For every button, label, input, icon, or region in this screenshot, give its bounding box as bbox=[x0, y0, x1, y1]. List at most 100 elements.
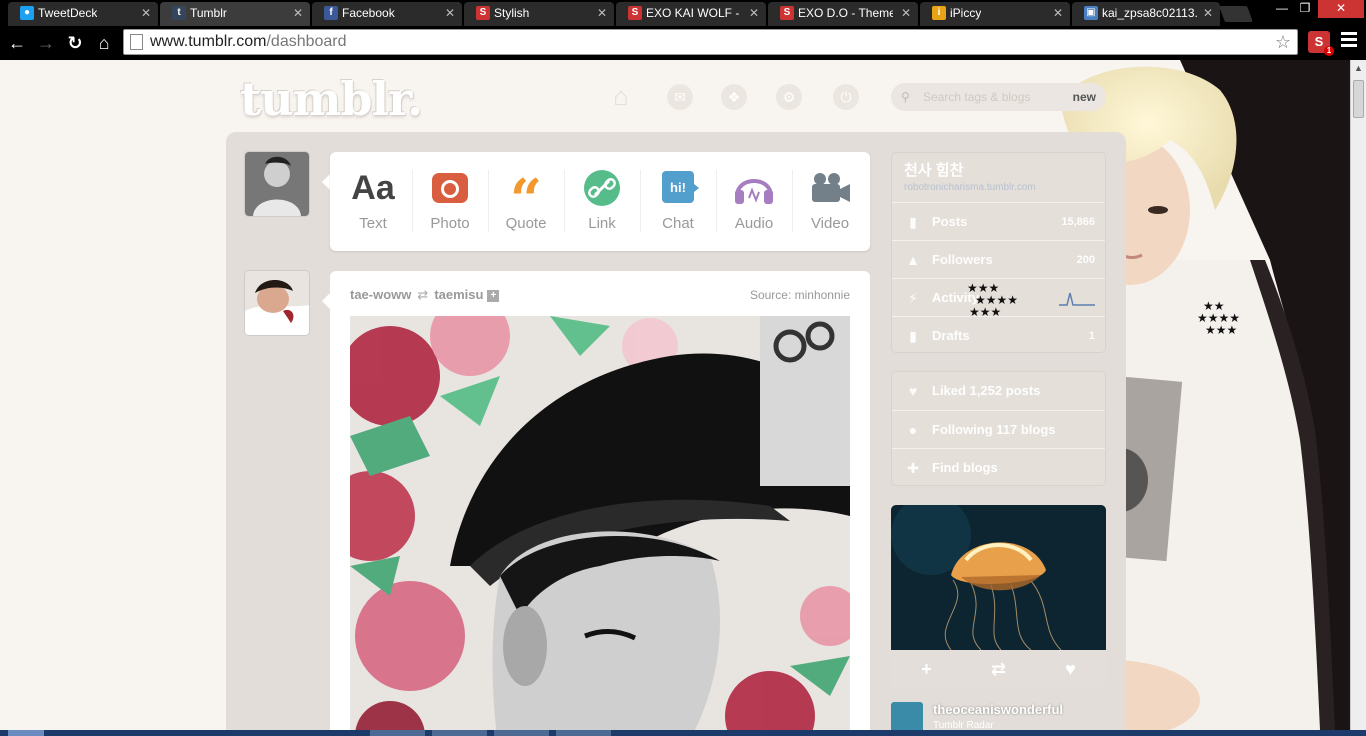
close-tab-icon[interactable]: ✕ bbox=[141, 2, 151, 24]
sidebar-item-posts[interactable]: ▮ Posts 15,866 bbox=[892, 202, 1105, 240]
tab-stylish[interactable]: S Stylish ✕ bbox=[464, 2, 614, 26]
close-window-icon[interactable]: ✕ bbox=[1318, 0, 1364, 18]
ipiccy-icon: i bbox=[932, 6, 946, 20]
post-type-video[interactable]: Video bbox=[792, 152, 868, 251]
close-tab-icon[interactable]: ✕ bbox=[901, 2, 911, 24]
tab-facebook[interactable]: f Facebook ✕ bbox=[312, 2, 462, 26]
browser-menu-icon[interactable] bbox=[1341, 32, 1357, 50]
post-type-audio[interactable]: Audio bbox=[716, 152, 792, 251]
stylish-icon: S bbox=[780, 6, 794, 20]
inbox-icon[interactable]: ✉ bbox=[667, 84, 693, 110]
quote-icon: “ bbox=[509, 167, 543, 233]
explore-icon[interactable]: ❖ bbox=[721, 84, 747, 110]
radar-caption: Tumblr Radar bbox=[933, 720, 994, 730]
stylish-icon: S bbox=[476, 6, 490, 20]
video-camera-icon bbox=[792, 170, 868, 206]
tumblr-logo[interactable]: tumblr. bbox=[240, 72, 423, 126]
post-type-quote[interactable]: “ Quote bbox=[488, 152, 564, 251]
image-icon: ▣ bbox=[1084, 6, 1098, 20]
sidebar-item-liked[interactable]: ♥ Liked 1,252 posts bbox=[892, 372, 1105, 410]
chat-icon: hi! bbox=[640, 170, 716, 206]
start-button[interactable] bbox=[8, 730, 44, 736]
camera-icon bbox=[412, 170, 488, 206]
blog-name: 천사 힘찬 bbox=[904, 162, 964, 179]
page-icon bbox=[130, 34, 143, 50]
tumblr-dashboard: tumblr. ⌂ ✉ ❖ ⚙ ⏻ ⚲ Search tags & blogs … bbox=[0, 60, 1350, 730]
close-tab-icon[interactable]: ✕ bbox=[293, 2, 303, 24]
extension-badge: 1 bbox=[1324, 46, 1334, 56]
followers-icon: ▲ bbox=[906, 252, 920, 268]
new-tab-button[interactable] bbox=[1219, 6, 1253, 22]
tab-tweetdeck[interactable]: ● TweetDeck ✕ bbox=[8, 2, 158, 26]
radar-actions: + ⇄ ♥ bbox=[891, 650, 1106, 688]
post-type-chat[interactable]: hi! Chat bbox=[640, 152, 716, 251]
radar-reblog-icon[interactable]: ⇄ bbox=[963, 650, 1034, 688]
settings-gear-icon[interactable]: ⚙ bbox=[776, 84, 802, 110]
radar-like-icon[interactable]: ♥ bbox=[1035, 650, 1106, 688]
radar-username[interactable]: theoceaniswonderful bbox=[933, 702, 1063, 717]
post-notch bbox=[322, 293, 330, 309]
stylish-icon: S bbox=[628, 6, 642, 20]
sidebar-item-followers[interactable]: ▲ Followers 200 bbox=[892, 240, 1105, 278]
follow-plus-icon[interactable]: + bbox=[487, 290, 500, 302]
post-type-text[interactable]: Aa Text bbox=[335, 152, 411, 251]
post-photo[interactable] bbox=[350, 316, 850, 730]
post-card: tae-woww ⇄ taemisu + Source: minhonnie bbox=[330, 271, 870, 730]
tab-ipiccy[interactable]: i iPiccy ✕ bbox=[920, 2, 1070, 26]
post-type-photo[interactable]: Photo bbox=[412, 152, 488, 251]
radar-user-avatar[interactable] bbox=[891, 702, 923, 730]
reblogged-from-link[interactable]: taemisu bbox=[434, 287, 483, 302]
scroll-up-icon[interactable]: ▲ bbox=[1351, 60, 1366, 76]
radar-add-icon[interactable]: + bbox=[891, 650, 962, 688]
close-tab-icon[interactable]: ✕ bbox=[597, 2, 607, 24]
taskbar-item[interactable] bbox=[494, 730, 549, 736]
forward-button[interactable]: → bbox=[33, 30, 59, 56]
browser-tab-bar: ● TweetDeck ✕ t Tumblr ✕ f Facebook ✕ S … bbox=[0, 0, 1366, 26]
post-source-link[interactable]: Source: minhonnie bbox=[750, 288, 850, 302]
bookmark-star-icon[interactable]: ☆ bbox=[1275, 30, 1291, 54]
taskbar-item[interactable] bbox=[370, 730, 425, 736]
tab-exo-kai-wolf[interactable]: S EXO KAI WOLF - T ✕ bbox=[616, 2, 766, 26]
close-tab-icon[interactable]: ✕ bbox=[445, 2, 455, 24]
posts-icon: ▮ bbox=[909, 214, 917, 230]
post-author-avatar[interactable] bbox=[245, 271, 309, 335]
user-avatar[interactable] bbox=[245, 152, 309, 216]
scroll-thumb[interactable] bbox=[1353, 80, 1364, 118]
back-button[interactable]: ← bbox=[4, 30, 30, 56]
blog-links-box: ♥ Liked 1,252 posts ● Following 117 blog… bbox=[891, 371, 1106, 486]
drafts-icon: ▮ bbox=[909, 328, 917, 344]
reload-button[interactable]: ↻ bbox=[62, 30, 88, 56]
minimize-icon[interactable]: — bbox=[1272, 0, 1292, 18]
avatar-notch bbox=[322, 174, 330, 190]
radar-photo[interactable] bbox=[891, 505, 1106, 650]
reblog-icon: ⇄ bbox=[417, 287, 429, 302]
sidebar-item-drafts[interactable]: ▮ Drafts 1 bbox=[892, 316, 1105, 354]
stylish-extension-button[interactable]: S 1 bbox=[1308, 31, 1334, 56]
link-icon bbox=[564, 170, 640, 206]
restore-icon[interactable]: ❐ bbox=[1294, 0, 1316, 18]
tab-exo-do[interactable]: S EXO D.O - Theme ✕ bbox=[768, 2, 918, 26]
taskbar-item[interactable] bbox=[432, 730, 487, 736]
sidebar-item-following[interactable]: ● Following 117 blogs bbox=[892, 410, 1105, 448]
tab-tumblr[interactable]: t Tumblr ✕ bbox=[160, 2, 310, 26]
os-taskbar bbox=[0, 730, 1366, 736]
taskbar-item[interactable] bbox=[556, 730, 611, 736]
post-author-link[interactable]: tae-woww bbox=[350, 287, 411, 302]
logout-power-icon[interactable]: ⏻ bbox=[833, 84, 859, 110]
dashboard-home-icon[interactable]: ⌂ bbox=[608, 83, 634, 110]
close-tab-icon[interactable]: ✕ bbox=[1203, 2, 1213, 24]
sidebar-item-find-blogs[interactable]: ✚ Find blogs bbox=[892, 448, 1105, 486]
tab-kai-image[interactable]: ▣ kai_zpsa8c02113.p ✕ bbox=[1072, 2, 1220, 26]
post-type-link[interactable]: Link bbox=[564, 152, 640, 251]
page-scrollbar[interactable]: ▲ bbox=[1350, 60, 1366, 730]
blog-header[interactable]: 천사 힘찬 robotronicharisma.tumblr.com bbox=[892, 153, 1105, 202]
search-input[interactable]: ⚲ Search tags & blogs new bbox=[891, 83, 1106, 111]
home-button[interactable]: ⌂ bbox=[91, 30, 117, 56]
svg-text:★★★: ★★★ bbox=[1205, 323, 1237, 337]
heart-icon: ♥ bbox=[908, 383, 918, 399]
facebook-icon: f bbox=[324, 6, 338, 20]
address-bar[interactable]: www.tumblr.com/dashboard ☆ bbox=[123, 29, 1298, 55]
close-tab-icon[interactable]: ✕ bbox=[749, 2, 759, 24]
star-decoration: ★★★★★★★★★★ bbox=[967, 281, 1018, 319]
close-tab-icon[interactable]: ✕ bbox=[1053, 2, 1063, 24]
